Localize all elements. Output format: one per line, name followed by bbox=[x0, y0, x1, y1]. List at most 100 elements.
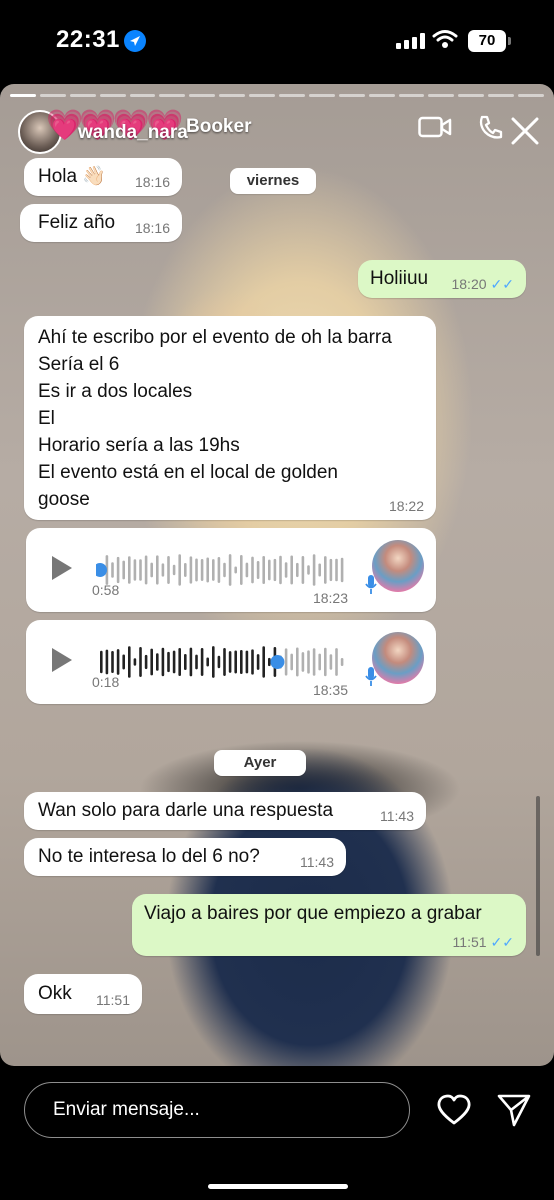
cellular-signal-icon bbox=[396, 33, 426, 49]
waveform-bar bbox=[301, 652, 305, 672]
waveform-bar bbox=[217, 556, 221, 584]
waveform-bar bbox=[279, 555, 282, 585]
sender-avatar bbox=[372, 632, 424, 684]
waveform-bar bbox=[178, 554, 181, 586]
waveform-bar bbox=[133, 658, 137, 666]
playback-position-knob[interactable] bbox=[270, 655, 285, 669]
message-time: 11:43 bbox=[380, 808, 414, 824]
waveform-bar bbox=[172, 564, 176, 576]
message-time: 18:20 bbox=[451, 276, 487, 292]
waveform-bar bbox=[184, 563, 187, 577]
waveform-bar bbox=[262, 646, 265, 678]
waveform-bar bbox=[268, 559, 271, 581]
waveform-bar bbox=[335, 558, 338, 582]
waveform-bar bbox=[312, 554, 316, 586]
message-input-placeholder: Enviar mensaje... bbox=[53, 1099, 200, 1120]
close-icon[interactable] bbox=[510, 116, 540, 146]
waveform-bar bbox=[318, 653, 321, 671]
play-icon[interactable] bbox=[52, 556, 72, 580]
waveform-bar bbox=[122, 560, 125, 580]
day-label-viernes: viernes bbox=[230, 168, 316, 194]
phone-icon bbox=[479, 115, 503, 139]
waveform-bar bbox=[318, 563, 321, 577]
waveform-bar bbox=[262, 555, 265, 585]
progress-segment bbox=[279, 94, 305, 97]
voice-waveform[interactable] bbox=[96, 642, 346, 682]
waveform-bar bbox=[245, 650, 249, 674]
message-bubble-incoming: Hola 👋🏻 18:16 bbox=[24, 158, 182, 196]
waveform-bar bbox=[256, 560, 260, 580]
progress-segment bbox=[338, 94, 365, 97]
waveform-bar bbox=[256, 654, 260, 670]
message-bubble-incoming: Wan solo para darle una respuesta 11:43 bbox=[24, 792, 426, 830]
progress-segment bbox=[10, 94, 36, 97]
waveform-bar bbox=[228, 651, 232, 673]
waveform-bar bbox=[217, 655, 221, 669]
waveform-bar bbox=[167, 556, 170, 584]
waveform-bar bbox=[290, 653, 293, 671]
waveform-bar bbox=[156, 555, 159, 585]
waveform-bar bbox=[324, 647, 327, 677]
waveform-bar bbox=[144, 654, 148, 670]
message-time: 18:35 bbox=[312, 682, 348, 698]
waveform-bar bbox=[122, 654, 125, 670]
progress-segment bbox=[308, 94, 335, 97]
waveform-bar bbox=[290, 555, 293, 585]
waveform-bar bbox=[195, 654, 198, 670]
waveform-bar bbox=[324, 556, 327, 584]
battery-indicator: 70 bbox=[468, 30, 506, 52]
heart-icon[interactable] bbox=[436, 1094, 472, 1126]
voice-message[interactable]: 0:18 18:35 bbox=[26, 620, 436, 704]
message-text: Viajo a baires por que empiezo a grabar bbox=[144, 903, 482, 924]
waveform-bar bbox=[245, 562, 249, 578]
waveform-bar bbox=[307, 565, 310, 575]
message-bubble-outgoing: Viajo a baires por que empiezo a grabar … bbox=[132, 894, 526, 956]
message-bubble-incoming: No te interesa lo del 6 no? 11:43 bbox=[24, 838, 346, 876]
message-time: 11:51 bbox=[452, 934, 487, 950]
story-header: 💗💗💗💗 Booker wanda_nara bbox=[0, 104, 554, 164]
home-indicator bbox=[208, 1184, 348, 1189]
story-username[interactable]: wanda_nara bbox=[78, 122, 188, 144]
send-icon[interactable] bbox=[496, 1092, 532, 1128]
waveform-bar bbox=[234, 650, 237, 674]
read-receipt-icon: ✓✓ bbox=[490, 934, 514, 950]
voice-waveform[interactable] bbox=[96, 550, 346, 590]
status-time: 22:31 bbox=[56, 26, 120, 53]
waveform-bar bbox=[139, 647, 142, 677]
progress-segment bbox=[518, 94, 545, 97]
waveform-bar bbox=[144, 555, 148, 585]
play-icon[interactable] bbox=[52, 648, 72, 672]
message-bubble-incoming: Ahí te escribo por el evento de oh la ba… bbox=[24, 316, 436, 520]
waveform-bar bbox=[200, 648, 204, 676]
message-time: 11:51 bbox=[96, 992, 130, 1008]
voice-message[interactable]: 0:58 18:23 bbox=[26, 528, 436, 612]
message-text: Hola 👋🏻 bbox=[38, 166, 107, 187]
message-bubble-outgoing: Holiiuu 18:20 ✓✓ bbox=[358, 260, 526, 298]
waveform-bar bbox=[150, 562, 153, 578]
waveform-bar bbox=[223, 648, 226, 676]
video-call-icon bbox=[418, 116, 452, 138]
message-time: 18:23 bbox=[312, 590, 348, 606]
waveform-bar bbox=[329, 558, 333, 582]
progress-segment bbox=[398, 94, 425, 97]
read-receipt-icon: ✓✓ bbox=[490, 276, 514, 292]
waveform-bar bbox=[128, 556, 131, 584]
story-reply-bar: Enviar mensaje... bbox=[0, 1066, 554, 1200]
waveform-bar bbox=[312, 648, 316, 676]
waveform-bar bbox=[184, 653, 187, 671]
progress-segment bbox=[219, 94, 246, 97]
message-input[interactable]: Enviar mensaje... bbox=[24, 1082, 410, 1138]
message-text: Wan solo para darle una respuesta bbox=[38, 800, 334, 821]
sender-avatar bbox=[372, 540, 424, 592]
message-time: 18:22 bbox=[388, 498, 424, 514]
playback-position-knob[interactable] bbox=[96, 563, 107, 577]
message-text: Holiiuu bbox=[370, 268, 429, 289]
story-viewer[interactable]: 💗💗💗💗 Booker wanda_nara Hola 👋🏻 18:16 vie… bbox=[0, 84, 554, 1066]
message-text: Ahí te escribo por el evento de oh la ba… bbox=[38, 327, 392, 510]
waveform-bar bbox=[111, 562, 114, 578]
message-bubble-incoming: Okk 11:51 bbox=[24, 974, 142, 1014]
progress-segment bbox=[129, 94, 156, 97]
waveform-bar bbox=[296, 562, 299, 578]
waveform-bar bbox=[240, 649, 243, 675]
progress-segment bbox=[428, 94, 455, 97]
